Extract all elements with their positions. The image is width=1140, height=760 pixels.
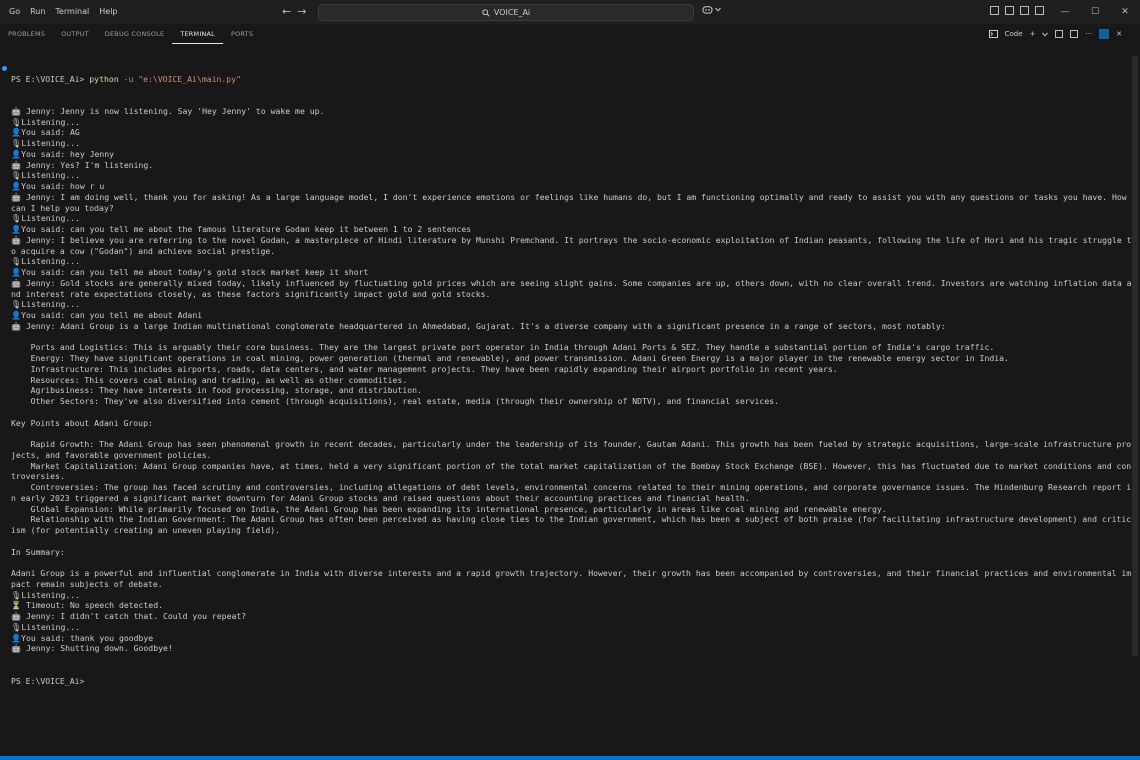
terminal-line: 🤖 Jenny: Gold stocks are generally mixed… [11, 277, 1132, 299]
terminal-shell-label[interactable]: Code [1005, 30, 1023, 38]
trash-icon[interactable] [1070, 30, 1079, 38]
command-flag: -u [123, 73, 134, 84]
forward-arrow-icon[interactable]: → [297, 0, 306, 24]
split-terminal-icon[interactable] [1055, 30, 1064, 38]
menu-run[interactable]: Run [25, 0, 50, 24]
title-bar: Go Run Terminal Help ← → VOICE_Ai — ☐ ✕ [0, 0, 1140, 25]
menu-terminal[interactable]: Terminal [50, 0, 94, 24]
terminal-line: Adani Group is a powerful and influentia… [11, 568, 1132, 589]
tab-output[interactable]: OUTPUT [53, 24, 97, 44]
terminal-line: 👤You said: AG [11, 127, 80, 138]
new-terminal-button[interactable]: + [1030, 30, 1036, 38]
tab-problems[interactable]: PROBLEMS [0, 24, 53, 44]
panel-tab-bar: PROBLEMS OUTPUT DEBUG CONSOLE TERMINAL P… [0, 24, 1140, 44]
terminal-scrollbar[interactable] [1132, 56, 1138, 656]
terminal-line: 🤖 Jenny: I didn't catch that. Could you … [11, 611, 247, 621]
terminal-lines: 🤖 Jenny: Jenny is now listening. Say 'He… [11, 106, 1133, 654]
chevron-down-icon [715, 7, 721, 12]
search-icon [482, 8, 490, 17]
terminal-line: 👤You said: can you tell me about the fam… [11, 224, 472, 234]
maximize-button[interactable]: ☐ [1080, 0, 1110, 24]
terminal-line: 🎙Listening... [11, 116, 81, 127]
terminal-line: 👤You said: can you tell me about today's… [11, 267, 369, 277]
toggle-panel-icon[interactable] [1020, 6, 1029, 15]
panel-actions: Code + ··· ✕ [988, 24, 1122, 44]
menu-go[interactable]: Go [4, 0, 25, 24]
terminal-line: In Summary: [11, 546, 65, 557]
navigation-arrows: ← → [282, 0, 306, 24]
terminal-icon [988, 30, 998, 38]
terminal-line: 🤖 Jenny: Adani Group is a large Indian m… [11, 320, 946, 331]
toggle-secondary-sidebar-icon[interactable] [1035, 6, 1044, 15]
terminal-line: Ports and Logistics: This is arguably th… [11, 342, 995, 353]
tab-ports[interactable]: PORTS [223, 24, 261, 44]
terminal-line: 🎙Listening... [11, 256, 81, 267]
terminal-line: 👤You said: hey Jenny [11, 148, 115, 159]
status-bar [0, 756, 1140, 760]
close-button[interactable]: ✕ [1110, 0, 1140, 24]
menu-bar: Go Run Terminal Help [0, 0, 123, 24]
maximize-panel-icon[interactable] [1099, 29, 1110, 39]
copilot-button[interactable] [702, 5, 721, 14]
terminal-line: 🤖 Jenny: I believe you are referring to … [11, 234, 1132, 256]
terminal-line: 🎙Listening... [11, 299, 81, 310]
terminal-line: 🤖 Jenny: Shutting down. Goodbye! [11, 643, 173, 654]
terminal-line: Other Sectors: They've also diversified … [11, 396, 780, 406]
search-text: VOICE_Ai [493, 8, 531, 17]
terminal-line: 🎙Listening... [11, 621, 81, 632]
terminal-line: 🎙Listening... [11, 138, 81, 148]
toggle-primary-sidebar-icon[interactable] [1005, 6, 1014, 15]
layout-controls [990, 6, 1044, 15]
final-prompt: PS E:\VOICE_Ai> [11, 675, 85, 686]
terminal-line: Global Expansion: While primarily focuse… [11, 503, 887, 514]
command-name: python [89, 73, 119, 84]
minimize-button[interactable]: — [1050, 0, 1080, 24]
menu-help[interactable]: Help [94, 0, 122, 24]
terminal-line: Key Points about Adani Group: [11, 417, 153, 428]
terminal-line: Rapid Growth: The Adani Group has seen p… [11, 439, 1132, 460]
chevron-down-icon[interactable] [1042, 32, 1049, 37]
terminal-line: Controversies: The group has faced scrut… [11, 482, 1132, 503]
terminal-line: 👤You said: can you tell me about Adani [11, 310, 203, 320]
terminal-line: 👤You said: how r u [11, 181, 105, 191]
command-decoration-icon[interactable] [2, 66, 7, 71]
terminal-line: Market Capitalization: Adani Group compa… [11, 460, 1132, 482]
terminal-line: Relationship with the Indian Government:… [11, 514, 1132, 535]
terminal-output[interactable]: PS E:\VOICE_Ai> python -u "e:\VOICE_Ai\m… [11, 52, 1133, 752]
terminal-line: 🎙Listening... [11, 170, 81, 181]
customize-layout-icon[interactable] [990, 6, 999, 15]
more-actions-icon[interactable]: ··· [1085, 30, 1092, 38]
terminal-line: 🤖 Jenny: I am doing well, thank you for … [11, 191, 1132, 213]
tab-debug-console[interactable]: DEBUG CONSOLE [97, 24, 173, 44]
close-panel-icon[interactable]: ✕ [1116, 30, 1122, 38]
terminal-line: Resources: This covers coal mining and t… [11, 374, 408, 385]
terminal-line: 🎙Listening... [11, 213, 81, 224]
terminal-line: Energy: They have significant operations… [11, 353, 1009, 363]
prompt-text: PS E:\VOICE_Ai> [11, 73, 85, 84]
tab-terminal[interactable]: TERMINAL [172, 25, 223, 44]
terminal-line: 🤖 Jenny: Yes? I'm listening. [11, 159, 154, 170]
terminal-line: 🎙Listening... [11, 589, 81, 600]
terminal-line: 🤖 Jenny: Jenny is now listening. Say 'He… [11, 105, 325, 116]
scrollbar-thumb[interactable] [1132, 56, 1138, 656]
back-arrow-icon[interactable]: ← [282, 0, 291, 24]
terminal-line: Agribusiness: They have interests in foo… [11, 385, 422, 396]
command-line: PS E:\VOICE_Ai> python -u "e:\VOICE_Ai\m… [11, 74, 1133, 85]
command-argument: "e:\VOICE_Ai\main.py" [138, 73, 241, 84]
command-center-search[interactable]: VOICE_Ai [318, 4, 694, 21]
window-controls: — ☐ ✕ [1050, 0, 1140, 24]
copilot-icon [702, 6, 713, 14]
terminal-line: 👤You said: thank you goodbye [11, 632, 154, 643]
terminal-line: Infrastructure: This includes airports, … [11, 363, 838, 374]
terminal-line: ⏳ Timeout: No speech detected. [11, 600, 163, 611]
